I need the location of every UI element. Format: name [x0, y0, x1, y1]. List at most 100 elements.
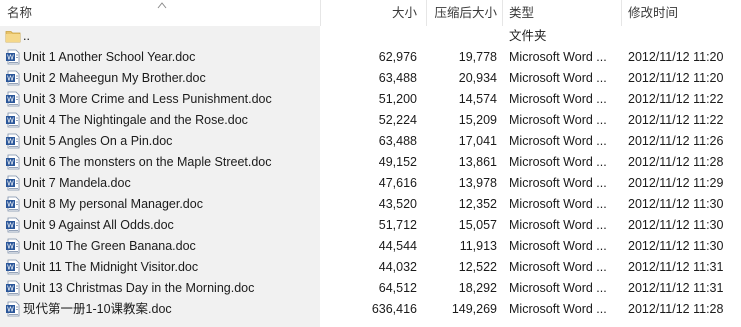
file-modified: 2012/11/12 11:30	[628, 239, 724, 253]
sort-ascending-icon	[157, 2, 167, 9]
file-type: Microsoft Word ...	[509, 176, 607, 190]
file-compressed-size: 11,913	[459, 239, 497, 253]
file-compressed-size: 14,574	[458, 92, 497, 106]
file-size: 49,152	[378, 155, 417, 169]
svg-text:W: W	[7, 54, 14, 62]
file-size: 44,032	[378, 260, 417, 274]
file-name: Unit 9 Against All Odds.doc	[23, 218, 174, 232]
word-doc-icon: W	[6, 301, 20, 317]
list-item[interactable]: W Unit 5 Angles On a Pin.doc 63,488 17,0…	[0, 131, 741, 152]
file-compressed-size: 18,292	[458, 281, 497, 295]
file-compressed-size: 13,861	[458, 155, 497, 169]
file-type: Microsoft Word ...	[509, 260, 607, 274]
file-name: Unit 10 The Green Banana.doc	[23, 239, 196, 253]
list-item[interactable]: W Unit 11 The Midnight Visitor.doc 44,03…	[0, 257, 741, 278]
file-compressed-size: 149,269	[451, 302, 497, 316]
file-modified: 2012/11/12 11:20	[628, 50, 724, 64]
file-modified: 2012/11/12 11:20	[628, 71, 724, 85]
file-size: 44,544	[378, 239, 417, 253]
folder-icon	[5, 31, 21, 43]
word-doc-icon: W	[6, 49, 20, 65]
svg-text:W: W	[7, 264, 14, 272]
file-size: 64,512	[378, 281, 417, 295]
column-divider[interactable]	[621, 0, 622, 26]
file-compressed-size	[417, 26, 497, 47]
file-name: 现代第一册1-10课教案.doc	[23, 302, 172, 316]
file-size: 636,416	[371, 302, 417, 316]
list-item[interactable]: .. 文件夹	[0, 26, 741, 47]
list-item[interactable]: W Unit 10 The Green Banana.doc 44,544 11…	[0, 236, 741, 257]
file-compressed-size: 12,352	[458, 197, 497, 211]
word-doc-icon: W	[6, 259, 20, 275]
list-item[interactable]: W Unit 3 More Crime and Less Punishment.…	[0, 89, 741, 110]
file-compressed-size: 15,209	[458, 113, 497, 127]
svg-text:W: W	[7, 201, 14, 209]
file-name: Unit 5 Angles On a Pin.doc	[23, 134, 173, 148]
svg-text:W: W	[7, 180, 14, 188]
file-size	[320, 26, 417, 47]
list-item[interactable]: W Unit 9 Against All Odds.doc 51,712 15,…	[0, 215, 741, 236]
list-item[interactable]: W Unit 1 Another School Year.doc 62,976 …	[0, 47, 741, 68]
file-name: Unit 6 The monsters on the Maple Street.…	[23, 155, 272, 169]
list-item[interactable]: W Unit 6 The monsters on the Maple Stree…	[0, 152, 741, 173]
column-header-modified[interactable]: 修改时间	[628, 0, 678, 26]
file-name: Unit 13 Christmas Day in the Morning.doc	[23, 281, 255, 295]
column-header-compressed-size[interactable]: 压缩后大小	[426, 0, 497, 26]
file-type: Microsoft Word ...	[509, 50, 607, 64]
file-compressed-size: 20,934	[458, 71, 497, 85]
list-item[interactable]: W Unit 8 My personal Manager.doc 43,520 …	[0, 194, 741, 215]
word-doc-icon: W	[6, 217, 20, 233]
word-doc-icon: W	[6, 154, 20, 170]
file-compressed-size: 19,778	[458, 50, 497, 64]
file-modified: 2012/11/12 11:28	[628, 155, 724, 169]
file-modified: 2012/11/12 11:31	[628, 260, 724, 274]
column-header-size[interactable]: 大小	[320, 0, 417, 26]
file-modified: 2012/11/12 11:30	[628, 197, 724, 211]
file-size: 52,224	[378, 113, 417, 127]
svg-text:W: W	[7, 75, 14, 83]
file-type: 文件夹	[509, 29, 547, 43]
file-type: Microsoft Word ...	[509, 113, 607, 127]
word-doc-icon: W	[6, 280, 20, 296]
word-doc-icon: W	[6, 91, 20, 107]
column-header-type[interactable]: 类型	[509, 0, 534, 26]
file-type: Microsoft Word ...	[509, 218, 607, 232]
file-type: Microsoft Word ...	[509, 155, 607, 169]
file-type: Microsoft Word ...	[509, 134, 607, 148]
column-header-name[interactable]: 名称	[7, 0, 32, 26]
file-type: Microsoft Word ...	[509, 302, 607, 316]
file-name: Unit 1 Another School Year.doc	[23, 50, 196, 64]
file-type: Microsoft Word ...	[509, 197, 607, 211]
file-name: Unit 11 The Midnight Visitor.doc	[23, 260, 199, 274]
svg-text:W: W	[7, 243, 14, 251]
word-doc-icon: W	[6, 133, 20, 149]
file-size: 47,616	[378, 176, 417, 190]
word-doc-icon: W	[6, 196, 20, 212]
file-name: ..	[23, 29, 30, 43]
file-modified: 2012/11/12 11:22	[628, 113, 724, 127]
column-divider[interactable]	[502, 0, 503, 26]
file-size: 43,520	[378, 197, 417, 211]
svg-text:W: W	[7, 138, 14, 146]
list-item[interactable]: W 现代第一册1-10课教案.doc 636,416 149,269 Micro…	[0, 299, 741, 320]
file-compressed-size: 17,041	[458, 134, 497, 148]
file-modified: 2012/11/12 11:31	[628, 281, 724, 295]
file-modified: 2012/11/12 11:30	[628, 218, 724, 232]
file-size: 63,488	[378, 71, 417, 85]
file-name: Unit 3 More Crime and Less Punishment.do…	[23, 92, 272, 106]
file-type: Microsoft Word ...	[509, 71, 607, 85]
file-type: Microsoft Word ...	[509, 239, 607, 253]
svg-text:W: W	[7, 117, 14, 125]
list-item[interactable]: W Unit 4 The Nightingale and the Rose.do…	[0, 110, 741, 131]
file-modified	[628, 26, 741, 47]
list-item[interactable]: W Unit 13 Christmas Day in the Morning.d…	[0, 278, 741, 299]
word-doc-icon: W	[6, 175, 20, 191]
file-modified: 2012/11/12 11:26	[628, 134, 724, 148]
list-item[interactable]: W Unit 2 Maheegun My Brother.doc 63,488 …	[0, 68, 741, 89]
file-type: Microsoft Word ...	[509, 281, 607, 295]
list-item[interactable]: W Unit 7 Mandela.doc 47,616 13,978 Micro…	[0, 173, 741, 194]
file-modified: 2012/11/12 11:29	[628, 176, 724, 190]
file-size: 62,976	[378, 50, 417, 64]
svg-text:W: W	[7, 222, 14, 230]
file-size: 51,712	[378, 218, 417, 232]
